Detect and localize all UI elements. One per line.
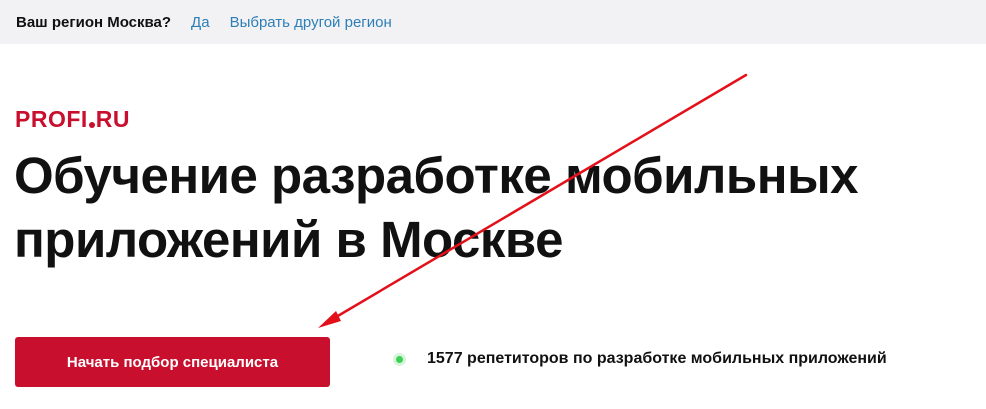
page: Ваш регион Москва? Да Выбрать другой рег… [0, 0, 986, 409]
logo-dot-icon [88, 122, 95, 128]
logo-text-ru: RU [95, 106, 131, 132]
logo-text-profi: PROFI [15, 106, 88, 132]
profi-logo[interactable]: PROFI RU [15, 105, 130, 133]
region-change-link[interactable]: Выбрать другой регион [230, 14, 392, 31]
tutor-count-text: 1577 репетиторов по разработке мобильных… [427, 350, 887, 367]
start-selection-button[interactable]: Начать подбор специалиста [15, 337, 330, 387]
region-confirm-link[interactable]: Да [191, 14, 210, 31]
tutor-count-stat: 1577 репетиторов по разработке мобильных… [396, 350, 887, 368]
region-question: Ваш регион Москва? [16, 13, 172, 31]
green-dot-icon [396, 355, 403, 363]
page-title-line-1: Обучение разработке мобильных [14, 147, 858, 204]
page-title-line-2: приложений в Москве [14, 211, 563, 268]
page-title: Обучение разработке мобильных приложений… [14, 144, 984, 272]
region-bar: Ваш регион Москва? Да Выбрать другой рег… [0, 0, 986, 44]
